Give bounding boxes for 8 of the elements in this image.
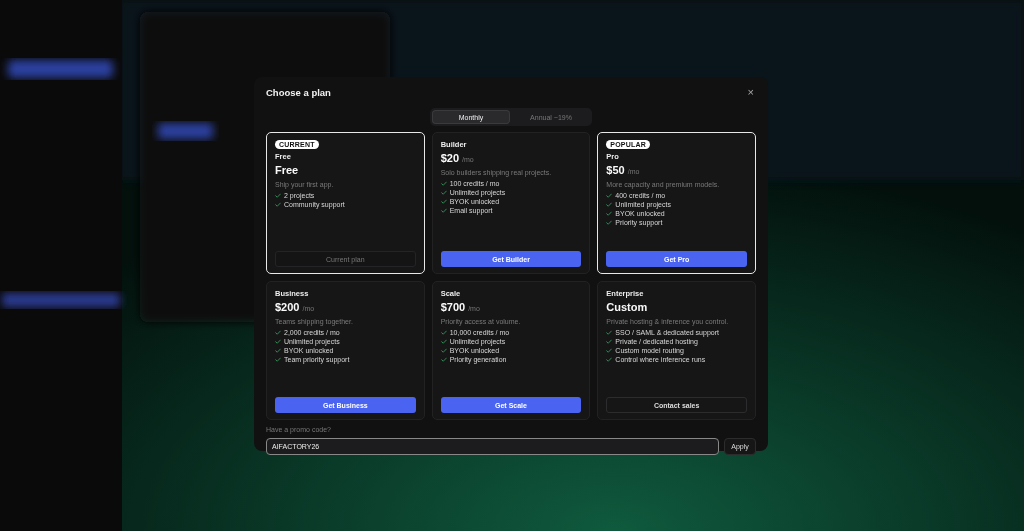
dialog-title: Choose a plan: [266, 87, 331, 98]
plan-price: Free: [275, 164, 299, 176]
plan-price: $700: [440, 301, 466, 313]
plan-price: $20: [440, 152, 459, 164]
plan-price: Custom: [606, 301, 648, 313]
plan-price: $200: [275, 301, 300, 313]
plan-price: $50: [606, 164, 625, 176]
close-button[interactable]: ×: [745, 87, 756, 98]
